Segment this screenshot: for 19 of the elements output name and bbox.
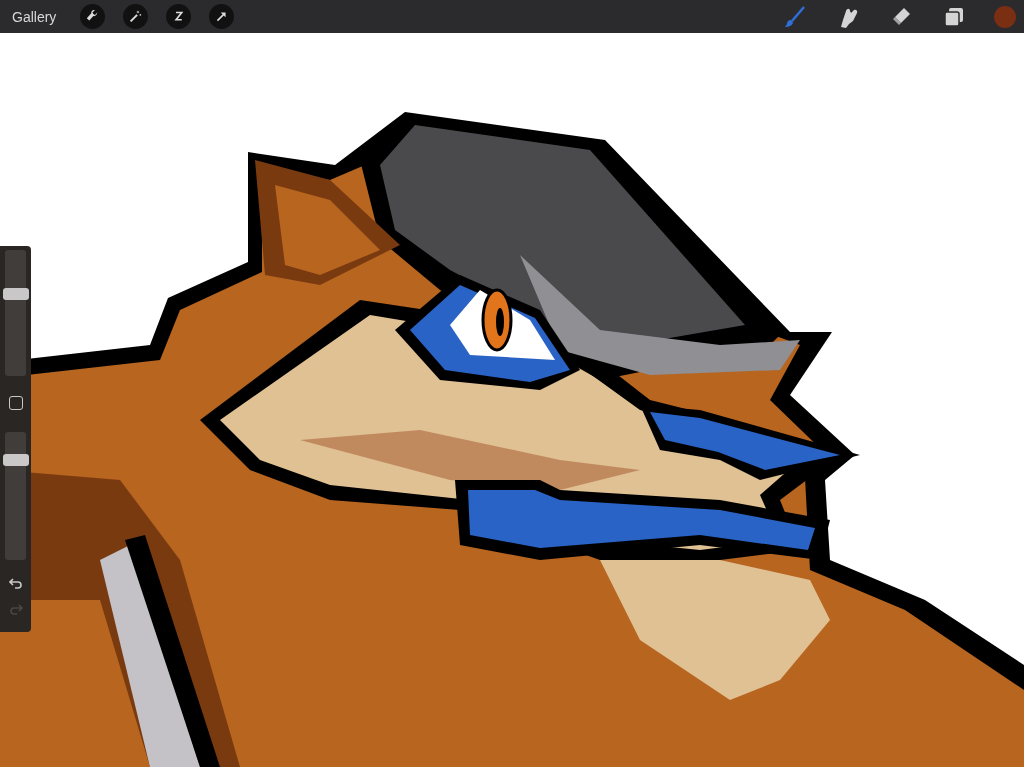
- transform-button[interactable]: [209, 4, 235, 29]
- brush-icon: [783, 4, 807, 29]
- opacity-slider[interactable]: [5, 432, 26, 560]
- square-button[interactable]: [8, 396, 23, 410]
- brush-size-slider[interactable]: [5, 250, 26, 376]
- wrench-icon: [86, 10, 100, 23]
- arrow-icon: [215, 10, 229, 23]
- selection-button[interactable]: [166, 4, 192, 29]
- magic-wand-icon: [129, 10, 143, 23]
- wand-button[interactable]: [123, 4, 149, 29]
- wrench-button[interactable]: [80, 4, 106, 29]
- gallery-button[interactable]: Gallery: [12, 8, 57, 25]
- slider-thumb[interactable]: [2, 454, 29, 467]
- slider-thumb[interactable]: [2, 287, 29, 300]
- selection-icon: [172, 10, 186, 23]
- layers-icon: [943, 5, 965, 28]
- redo-icon: [8, 602, 23, 616]
- color-swatch[interactable]: [994, 5, 1016, 28]
- undo-icon: [8, 576, 23, 590]
